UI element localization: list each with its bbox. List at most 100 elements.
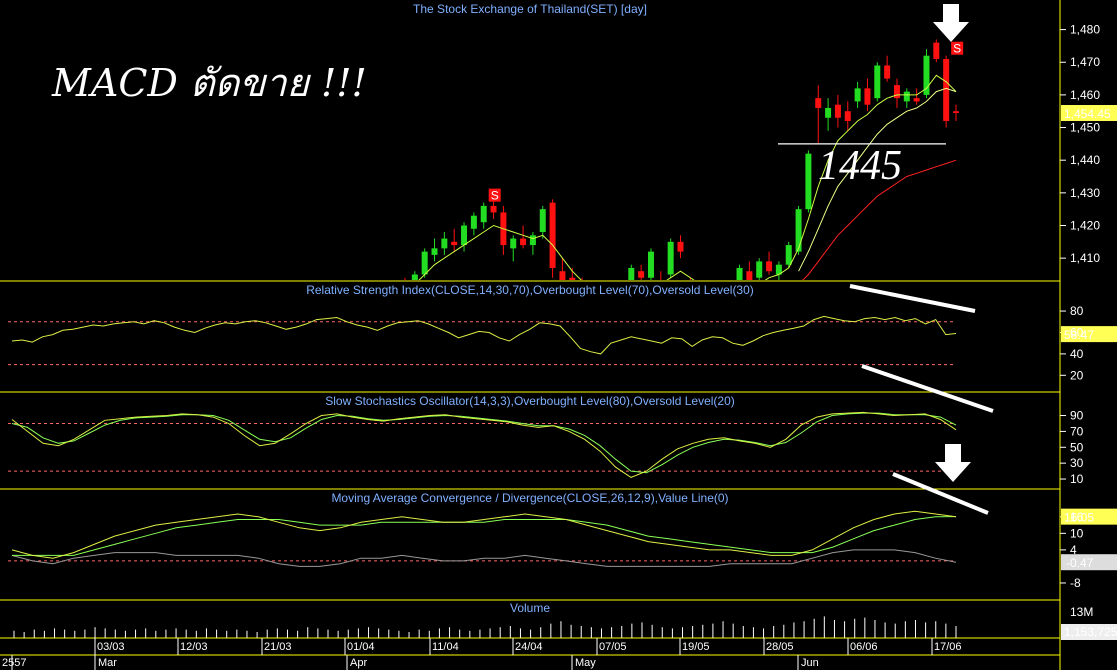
trend-annotation-line (861, 364, 994, 413)
candle-body (520, 238, 527, 246)
volume-axis-label: 13M (1070, 605, 1093, 619)
candle-body (480, 205, 487, 223)
candle-body (913, 98, 920, 102)
candle-body (933, 42, 940, 59)
axis-label: 80 (1070, 304, 1084, 318)
price-axis-label: 1,430 (1070, 186, 1100, 200)
price-axis-label: 1,410 (1070, 251, 1100, 265)
price-axis-label: 1,480 (1070, 23, 1100, 37)
price-axis-label: 1,420 (1070, 218, 1100, 232)
axis-label: 4 (1070, 543, 1077, 557)
candle-body (815, 98, 822, 108)
candle-body (727, 301, 733, 304)
candle-body (421, 251, 428, 275)
sell-arrow-icon (935, 444, 971, 482)
date-label: 28/05 (766, 641, 794, 653)
candle-body (766, 261, 773, 272)
candle-body (559, 271, 566, 280)
candle-body (785, 245, 792, 265)
candle-body (647, 251, 654, 278)
panel-title-rsi: Relative Strength Index(CLOSE,14,30,70),… (306, 283, 754, 297)
candle-body (874, 65, 881, 99)
candle-body (717, 297, 723, 300)
panel-title-stoch: Slow Stochastics Oscillator(14,3,3),Over… (325, 394, 735, 408)
candle-body (756, 261, 763, 278)
sell-arrow-icon (933, 4, 969, 42)
month-label: May (575, 657, 596, 669)
candle-body (618, 297, 624, 300)
candle-body (903, 91, 910, 102)
trend-annotation-line (892, 472, 989, 515)
axis-label: 70 (1070, 424, 1084, 438)
candle-body (441, 238, 448, 249)
price-axis-label: 1,460 (1070, 88, 1100, 102)
macd-last-value: 16.05 (1064, 511, 1094, 525)
candle-body (451, 241, 458, 246)
candle-body (539, 209, 546, 233)
volume-panel-title: Volume (510, 601, 550, 615)
axis-label: 10 (1070, 472, 1084, 486)
axis-label: 10 (1070, 526, 1084, 540)
candle-body (884, 65, 891, 79)
candle-body (864, 88, 871, 105)
date-label: 19/05 (682, 641, 710, 653)
price-axis-label: 1,440 (1070, 153, 1100, 167)
candle-body (923, 55, 930, 95)
candle-body (953, 111, 959, 114)
date-label: 06/06 (850, 641, 878, 653)
trend-annotation-line (849, 284, 976, 313)
candle-body (667, 241, 674, 275)
date-label: 03/03 (97, 641, 125, 653)
axis-label: 90 (1070, 409, 1084, 423)
sell-signal-label: S (953, 42, 961, 56)
axis-label: 40 (1070, 347, 1084, 361)
price-axis-label: 1,450 (1070, 121, 1100, 135)
candle-body (638, 271, 645, 278)
volume-last-value: 1,153,725 (1064, 625, 1117, 639)
candle-body (490, 205, 497, 213)
rsi-last-value: 58.47 (1064, 328, 1094, 342)
support-level-label: 1445 (818, 143, 902, 189)
candle-body (677, 241, 684, 252)
macd-line (11, 510, 957, 559)
sell-signal-label: S (491, 189, 499, 203)
headline-annotation: MACD ตัดขาย !!! (52, 61, 367, 105)
candle-body (411, 274, 418, 280)
month-label: Mar (98, 657, 117, 669)
date-label: 01/04 (347, 641, 375, 653)
price-panel-title: The Stock Exchange of Thailand(SET) [day… (413, 2, 647, 16)
candle-body (470, 215, 477, 229)
month-label: Apr (350, 657, 367, 669)
axis-label: -8 (1070, 576, 1081, 590)
month-label: Jun (801, 657, 819, 669)
candle-body (461, 225, 468, 246)
price-last-value: 1,454.45 (1064, 107, 1111, 121)
axis-label: 50 (1070, 440, 1084, 454)
year-label: 2557 (2, 657, 26, 669)
stoch-signal-line (11, 412, 957, 474)
candle-body (431, 248, 438, 255)
date-label: 12/03 (180, 641, 208, 653)
date-label: 07/05 (599, 641, 627, 653)
candle-body (736, 267, 743, 280)
macd-hist-value: -0.47 (1066, 556, 1094, 570)
date-label: 21/03 (264, 641, 292, 653)
date-label: 17/06 (934, 641, 962, 653)
panel-title-macd: Moving Average Convergence / Divergence(… (331, 491, 728, 505)
date-label: 24/04 (515, 641, 543, 653)
macd-signal-line (12, 516, 957, 556)
candle-body (795, 209, 802, 252)
axis-label: 30 (1070, 456, 1084, 470)
candle-body (549, 202, 556, 268)
stoch-main-line (11, 411, 957, 478)
date-label: 11/04 (432, 641, 459, 653)
candle-body (893, 85, 900, 99)
candle-body (510, 238, 517, 249)
candle-body (854, 88, 861, 102)
candle-body (943, 58, 950, 122)
price-axis-label: 1,470 (1070, 55, 1100, 69)
candle-body (746, 271, 753, 280)
candle-body (529, 235, 536, 246)
candle-body (844, 111, 851, 122)
candle-body (834, 104, 841, 118)
